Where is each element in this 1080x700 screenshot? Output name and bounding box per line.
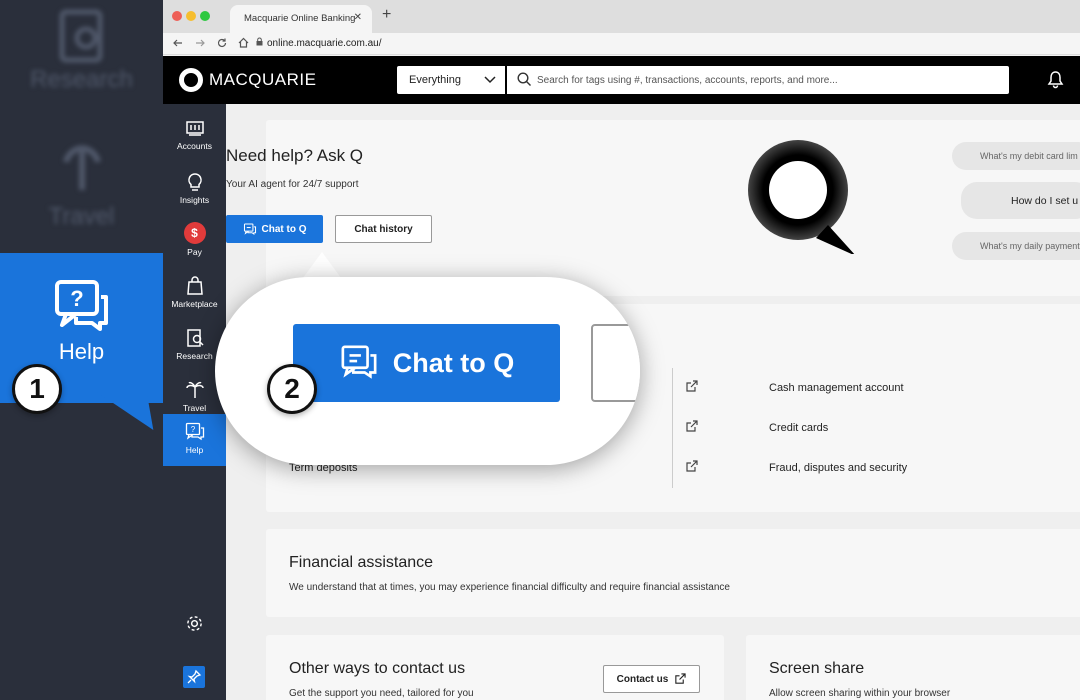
lock-icon	[256, 37, 263, 46]
help-chat-icon: ?	[55, 280, 108, 331]
zoomed-chat-to-q-button: Chat to Q	[293, 324, 560, 402]
contact-us-button[interactable]: Contact us	[603, 665, 700, 693]
sidebar-item-label: Insights	[179, 195, 210, 205]
ghost-travel-label: Travel	[48, 203, 115, 230]
lightbulb-icon	[187, 173, 202, 191]
ask-q-title: Need help? Ask Q	[226, 146, 364, 165]
zoomed-help-label: Help	[58, 339, 105, 364]
sidebar-item-marketplace[interactable]: Marketplace	[163, 268, 226, 320]
search-box	[507, 66, 1009, 94]
chat-icon	[243, 222, 256, 235]
financial-assistance-title: Financial assistance	[289, 554, 434, 571]
macquarie-logo[interactable]: MACQUARIE	[179, 68, 316, 92]
svg-text:?: ?	[190, 425, 195, 434]
new-tab-icon[interactable]: +	[382, 6, 391, 24]
chat-icon	[341, 345, 377, 379]
other-ways-title: Other ways to contact us	[289, 660, 466, 677]
search-icon	[517, 72, 531, 86]
suggestion-chip[interactable]: What's my daily payment	[952, 232, 1080, 260]
reload-icon[interactable]	[217, 38, 227, 48]
browser-tab-title: Macquarie Online Banking	[244, 13, 356, 24]
svg-text:?: ?	[70, 286, 83, 311]
sidebar-item-label: Help	[185, 445, 204, 455]
zoomed-sidebar-panel: Research Travel ? Help 1	[0, 0, 163, 700]
url-text[interactable]: online.macquarie.com.au/	[267, 38, 382, 49]
palm-tree-icon	[185, 381, 204, 398]
window-close-icon[interactable]	[172, 11, 182, 21]
sidebar-item-label: Research	[176, 351, 213, 361]
shopping-bag-icon	[186, 276, 203, 295]
step-badge-1: 1	[12, 364, 62, 414]
step-badge-2: 2	[267, 364, 317, 414]
window-maximize-icon[interactable]	[200, 11, 210, 21]
forward-arrow-icon[interactable]	[195, 38, 205, 48]
search-scope-select[interactable]: Everything	[397, 66, 505, 94]
q-assistant-logo	[748, 140, 855, 254]
screen-share-title: Screen share	[769, 660, 865, 677]
browser-tab[interactable]: Macquarie Online Banking ✕	[230, 5, 372, 33]
zoomed-chat-label: Chat to Q	[392, 347, 515, 378]
sidebar-item-label: Marketplace	[171, 299, 218, 309]
app-header: MACQUARIE Everything	[163, 56, 1080, 104]
pay-dollar-icon: $	[183, 222, 206, 244]
screen-share-body: Allow screen sharing within your browser	[769, 688, 951, 699]
ghost-research-label: Research	[30, 66, 133, 93]
sidebar-item-help[interactable]: ? Help	[163, 414, 226, 466]
external-link-icon[interactable]	[685, 460, 698, 473]
gear-icon[interactable]	[185, 614, 204, 633]
address-bar: online.macquarie.com.au/	[163, 33, 1080, 55]
sidebar: Accounts Insights $ Pay Marketplace Rese…	[163, 104, 226, 700]
sidebar-item-insights[interactable]: Insights	[163, 164, 226, 216]
financial-assistance-body: We understand that at times, you may exp…	[289, 582, 730, 593]
financial-assistance-card	[266, 529, 1080, 617]
sidebar-item-label: Pay	[187, 247, 202, 257]
ghost-travel-icon	[0, 140, 163, 203]
chat-to-q-button[interactable]: Chat to Q	[226, 215, 323, 243]
chevron-down-icon	[484, 76, 496, 84]
external-link-icon	[675, 673, 686, 684]
ask-q-subtitle: Your AI agent for 24/7 support	[226, 179, 359, 190]
zoomed-help-pointer	[96, 392, 154, 430]
browser-tab-bar: Macquarie Online Banking ✕ +	[163, 0, 1080, 33]
chat-history-button[interactable]: Chat history	[335, 215, 432, 243]
external-link-icon[interactable]	[685, 380, 698, 393]
suggestion-chip[interactable]: How do I set u	[961, 182, 1080, 219]
pin-icon	[187, 669, 202, 684]
links-divider	[672, 368, 673, 488]
pin-button[interactable]	[183, 666, 205, 688]
window-minimize-icon[interactable]	[186, 11, 196, 21]
macquarie-logo-icon	[179, 68, 203, 92]
other-ways-body: Get the support you need, tailored for y…	[289, 688, 474, 699]
external-link-icon[interactable]	[685, 420, 698, 433]
contact-us-label: Contact us	[616, 673, 669, 685]
brand-name: MACQUARIE	[209, 70, 317, 89]
home-icon[interactable]	[238, 37, 249, 48]
zoomed-chat-history-edge	[591, 324, 640, 402]
sidebar-item-label: Accounts	[177, 141, 212, 151]
link-credit-cards[interactable]: Credit cards	[769, 422, 828, 434]
search-input[interactable]	[537, 66, 997, 94]
help-icon: ?	[185, 422, 204, 441]
chat-to-q-label: Chat to Q	[261, 223, 307, 235]
back-arrow-icon[interactable]	[173, 38, 183, 48]
link-cash-management[interactable]: Cash management account	[769, 382, 904, 394]
search-scope-value: Everything	[409, 74, 461, 86]
sidebar-item-pay[interactable]: $ Pay	[163, 216, 226, 268]
sidebar-item-accounts[interactable]: Accounts	[163, 112, 226, 164]
notification-bell-icon[interactable]	[1047, 70, 1064, 89]
suggestion-chip[interactable]: What's my debit card lim	[952, 142, 1080, 170]
research-icon	[186, 329, 204, 347]
link-fraud-disputes[interactable]: Fraud, disputes and security	[769, 462, 907, 474]
accounts-icon	[185, 121, 204, 136]
sidebar-item-label: Travel	[182, 403, 207, 413]
ghost-research-icon	[0, 8, 163, 71]
tab-close-icon[interactable]: ✕	[354, 12, 362, 23]
